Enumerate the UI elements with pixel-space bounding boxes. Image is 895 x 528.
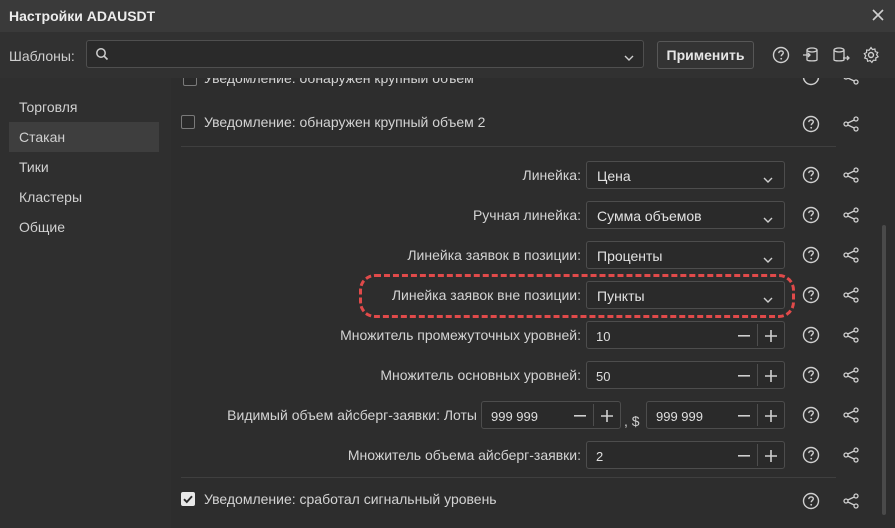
title-bar: Настройки ADAUSDT: [0, 0, 895, 32]
iceberg-mult-value: 2: [596, 449, 604, 464]
sidebar-item-clusters[interactable]: Кластеры: [9, 182, 159, 212]
share-icon[interactable]: [842, 446, 860, 464]
mult-main-label: Множитель основных уровней:: [380, 367, 581, 383]
plus-icon[interactable]: [762, 447, 780, 465]
ruler-orders-in-position-select[interactable]: Проценты: [586, 241, 785, 269]
help-icon[interactable]: [802, 115, 820, 133]
iceberg-mult-label: Множитель объема айсберг-заявки:: [347, 447, 581, 463]
dollar-separator: , $: [624, 413, 640, 429]
plus-icon[interactable]: [762, 407, 780, 425]
mult-intermediate-value: 10: [596, 329, 611, 344]
notify-large-label: Уведомление: обнаружен крупный объем: [204, 78, 474, 86]
ruler-value: Цена: [597, 168, 631, 184]
ruler-orders-in-position-label: Линейка заявок в позиции:: [407, 247, 581, 263]
share-icon[interactable]: [842, 206, 860, 224]
settings-window: Настройки ADAUSDT Шаблоны: Применить Тор…: [0, 0, 895, 528]
chevron-down-icon: [762, 251, 774, 267]
apply-button[interactable]: Применить: [657, 41, 754, 69]
templates-label: Шаблоны:: [9, 48, 75, 64]
help-icon[interactable]: [802, 206, 820, 224]
share-icon[interactable]: [842, 326, 860, 344]
partial-row: Уведомление: обнаружен крупный объем: [171, 78, 871, 90]
notify-large-2-checkbox[interactable]: [181, 115, 195, 129]
ruler-orders-out-position-label: Линейка заявок вне позиции:: [391, 287, 581, 303]
export-icon[interactable]: [830, 44, 852, 66]
help-icon[interactable]: [802, 366, 820, 384]
stepper-divider: [757, 324, 758, 346]
iceberg-visible-label: Видимый объем айсберг-заявки: Лоты: [227, 407, 477, 423]
chevron-down-icon: [762, 291, 774, 307]
share-icon[interactable]: [842, 78, 860, 89]
help-icon[interactable]: [802, 78, 820, 89]
import-icon[interactable]: [800, 44, 822, 66]
help-icon[interactable]: [802, 246, 820, 264]
share-icon[interactable]: [842, 115, 860, 133]
share-icon[interactable]: [842, 366, 860, 384]
sidebar-item-trading[interactable]: Торговля: [9, 92, 159, 122]
help-icon[interactable]: [802, 406, 820, 424]
stepper-divider: [593, 404, 594, 426]
section-divider: [181, 146, 836, 147]
help-icon[interactable]: [802, 166, 820, 184]
notify-large-2-label: Уведомление: обнаружен крупный объем 2: [204, 114, 486, 130]
minus-icon[interactable]: [736, 367, 752, 385]
section-divider: [181, 477, 836, 478]
ruler-orders-out-position-value: Пункты: [597, 288, 645, 304]
iceberg-dollars-stepper[interactable]: 999 999: [646, 401, 785, 429]
chevron-down-icon: [762, 211, 774, 227]
search-icon: [95, 47, 109, 64]
stepper-divider: [757, 404, 758, 426]
minus-icon[interactable]: [736, 407, 752, 425]
chevron-down-icon[interactable]: [623, 49, 635, 65]
share-icon[interactable]: [842, 166, 860, 184]
vertical-scrollbar[interactable]: [882, 225, 886, 515]
sidebar: Торговля Стакан Тики Кластеры Общие: [0, 78, 171, 528]
mult-main-value: 50: [596, 369, 611, 384]
ruler-orders-out-position-select[interactable]: Пункты: [586, 281, 785, 309]
stepper-divider: [757, 444, 758, 466]
ruler-label: Линейка:: [522, 167, 581, 183]
mult-main-stepper[interactable]: 50: [586, 361, 785, 389]
iceberg-mult-stepper[interactable]: 2: [586, 441, 785, 469]
templates-toolbar: Шаблоны: Применить: [0, 32, 895, 78]
plus-icon[interactable]: [762, 327, 780, 345]
iceberg-lots-stepper[interactable]: 999 999: [481, 401, 621, 429]
settings-icon[interactable]: [860, 44, 882, 66]
mult-intermediate-label: Множитель промежуточных уровней:: [340, 327, 581, 343]
check-icon: [183, 495, 193, 504]
stepper-divider: [757, 364, 758, 386]
help-icon[interactable]: [802, 286, 820, 304]
window-title: Настройки ADAUSDT: [9, 8, 156, 24]
manual-ruler-select[interactable]: Сумма объемов: [586, 201, 785, 229]
mult-intermediate-stepper[interactable]: 10: [586, 321, 785, 349]
minus-icon[interactable]: [572, 407, 588, 425]
share-icon[interactable]: [842, 246, 860, 264]
minus-icon[interactable]: [736, 447, 752, 465]
ruler-select[interactable]: Цена: [586, 161, 785, 189]
close-icon[interactable]: [867, 4, 889, 26]
sidebar-item-order-book[interactable]: Стакан: [9, 122, 159, 152]
help-icon[interactable]: [802, 492, 820, 510]
share-icon[interactable]: [842, 286, 860, 304]
chevron-down-icon: [762, 171, 774, 187]
help-icon[interactable]: [770, 44, 792, 66]
iceberg-lots-value: 999 999: [491, 409, 538, 424]
help-icon[interactable]: [802, 446, 820, 464]
ruler-orders-in-position-value: Проценты: [597, 248, 663, 264]
plus-icon[interactable]: [762, 367, 780, 385]
templates-search-input[interactable]: [86, 40, 644, 68]
sidebar-item-ticks[interactable]: Тики: [9, 152, 159, 182]
notify-signal-label: Уведомление: сработал сигнальный уровень: [204, 491, 497, 507]
help-icon[interactable]: [802, 326, 820, 344]
manual-ruler-value: Сумма объемов: [597, 208, 702, 224]
manual-ruler-label: Ручная линейка:: [472, 207, 581, 223]
share-icon[interactable]: [842, 406, 860, 424]
notify-large-checkbox[interactable]: [183, 78, 197, 86]
share-icon[interactable]: [842, 492, 860, 510]
minus-icon[interactable]: [736, 327, 752, 345]
notify-signal-checkbox[interactable]: [181, 492, 195, 506]
sidebar-item-general[interactable]: Общие: [9, 212, 159, 242]
plus-icon[interactable]: [598, 407, 616, 425]
iceberg-dollars-value: 999 999: [656, 409, 703, 424]
